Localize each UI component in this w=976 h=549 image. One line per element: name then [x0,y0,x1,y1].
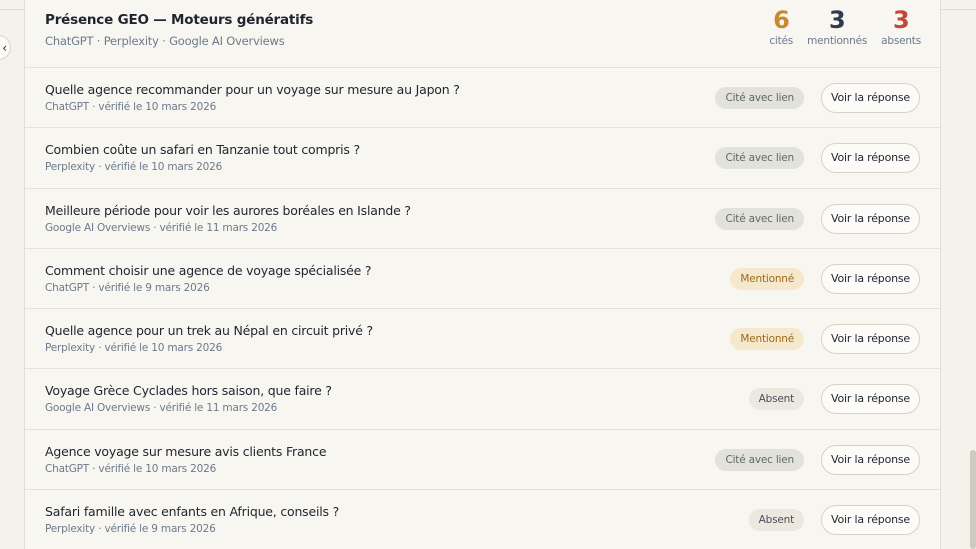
status-badge: Absent [748,388,804,411]
panel-title: Présence GEO — Moteurs génératifs [45,12,314,28]
query-row: Voyage Grèce Cyclades hors saison, que f… [25,369,940,430]
stat-mentioned-label: mentionnés [807,35,868,47]
status-badge: Cité avec lien [715,147,804,170]
query-row: Agence voyage sur mesure avis clients Fr… [25,430,940,491]
stats-summary: 6 cités 3 mentionnés 3 absents [769,6,921,48]
scrollbar[interactable] [968,10,976,549]
view-answer-button[interactable]: Voir la réponse [821,83,920,113]
status-badge: Mentionné [730,267,804,290]
stat-cited: 6 cités [769,6,794,48]
panel-subtitle: ChatGPT · Perplexity · Google AI Overvie… [45,34,285,48]
stat-absent-label: absents [881,35,921,47]
view-answer-button[interactable]: Voir la réponse [821,324,920,355]
query-meta: Google AI Overviews · vérifié le 11 mars… [45,402,278,415]
view-answer-button[interactable]: Voir la réponse [821,505,920,536]
collapse-chevron-icon[interactable]: ‹ [0,35,11,60]
query-text: Quelle agence recommander pour un voyage… [45,82,460,97]
query-meta: Google AI Overviews · vérifié le 11 mars… [45,221,278,234]
query-text: Meilleure période pour voir les aurores … [45,202,411,218]
query-meta: ChatGPT · vérifié le 9 mars 2026 [45,281,210,294]
query-row: Meilleure période pour voir les aurores … [25,189,940,249]
query-text: Comment choisir une agence de voyage spé… [45,262,372,278]
query-row: Comment choisir une agence de voyage spé… [25,249,940,310]
view-answer-button[interactable]: Voir la réponse [821,143,920,174]
query-meta: Perplexity · vérifié le 10 mars 2026 [45,342,223,355]
query-row: Quelle agence recommander pour un voyage… [25,68,940,129]
query-meta: ChatGPT · vérifié le 10 mars 2026 [45,462,217,475]
status-badge: Absent [748,509,804,532]
stat-absent-value: 3 [892,6,910,34]
query-row: Quelle agence pour un trek au Népal en c… [25,309,940,370]
stat-absent: 3 absents [881,6,921,48]
scrollbar-thumb[interactable] [970,450,976,549]
view-answer-button[interactable]: Voir la réponse [821,384,920,415]
stat-cited-value: 6 [773,6,790,34]
status-badge: Cité avec lien [715,448,804,471]
query-row: Combien coûte un safari en Tanzanie tout… [25,128,940,189]
stat-mentioned: 3 mentionnés [807,6,868,48]
stat-cited-label: cités [769,35,794,47]
query-text: Quelle agence pour un trek au Népal en c… [45,323,373,339]
query-text: Combien coûte un safari en Tanzanie tout… [45,142,360,158]
view-answer-button[interactable]: Voir la réponse [821,444,920,475]
stat-mentioned-value: 3 [829,6,846,34]
geo-presence-panel: Présence GEO — Moteurs génératifs ChatGP… [24,0,941,549]
query-text: Agence voyage sur mesure avis clients Fr… [45,443,327,459]
status-badge: Cité avec lien [715,87,804,109]
query-meta: ChatGPT · vérifié le 10 mars 2026 [45,101,217,113]
query-text: Safari famille avec enfants en Afrique, … [45,504,340,520]
query-text: Voyage Grèce Cyclades hors saison, que f… [45,383,332,399]
query-row: Safari famille avec enfants en Afrique, … [25,490,940,549]
view-answer-button[interactable]: Voir la réponse [821,263,920,294]
status-badge: Cité avec lien [715,207,804,230]
panel-header: Présence GEO — Moteurs génératifs ChatGP… [25,0,940,68]
view-answer-button[interactable]: Voir la réponse [821,203,920,234]
query-meta: Perplexity · vérifié le 10 mars 2026 [45,161,223,174]
status-badge: Mentionné [730,328,804,351]
query-meta: Perplexity · vérifié le 9 mars 2026 [45,523,216,536]
